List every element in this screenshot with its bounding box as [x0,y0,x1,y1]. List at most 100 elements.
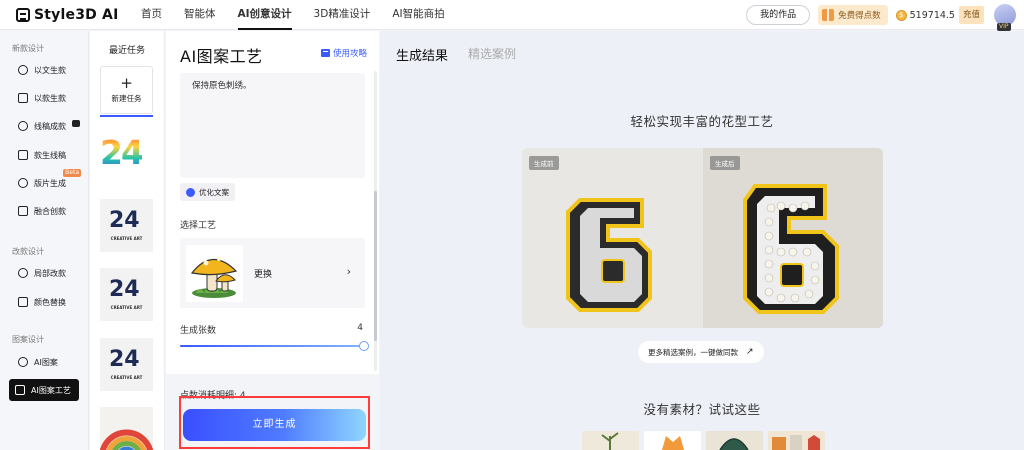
settings-panel: AI图案工艺 使用攻略 保持原色刺绣。 优化文案 选择工艺 更换 › 生成张数 … [166,31,379,450]
chevron-right-icon: › [346,265,351,278]
user-avatar[interactable]: VIP [994,4,1016,31]
sketch-to-design-icon [18,121,28,131]
thumbnail-number: 24 [109,208,140,233]
sidebar-item-0-4[interactable]: 版片生成 Beta [4,169,84,192]
sidebar-item-2-0[interactable]: AI图案 [4,353,84,371]
gift-icon [822,9,835,21]
panel-scrollbar-thumb[interactable] [374,191,377,341]
usage-guide-link[interactable]: 使用攻略 [320,47,367,59]
after-image: 生成后 [703,148,883,328]
fusion-design-icon [18,206,28,216]
recent-task-thumbnail[interactable]: 24 [100,129,153,182]
sidebar-item-1-0[interactable]: 局部改款 [4,264,84,282]
mushroom-embroidery-thumbnail [186,245,243,302]
arrow-up-right-icon: ↗ [746,347,754,357]
thumbnail-number: 24 [109,277,140,302]
sidebar-item-label: 线稿成款 [34,121,66,131]
free-points-button[interactable]: 免费得点数 [818,5,888,25]
recent-task-thumbnail[interactable] [100,407,153,450]
header-actions: 我的作品 免费得点数 $ 519714.5 充值 VIP [746,4,1016,31]
sample-cat-image[interactable] [644,431,701,450]
design-to-sketch-icon [18,150,28,160]
optimize-prompt-button[interactable]: 优化文案 [180,183,235,201]
sidebar-item-2-1[interactable]: AI图案工艺 [9,379,79,401]
generate-button[interactable]: 立即生成 [183,409,366,441]
sidebar-item-label: 版片生成 [34,178,66,188]
change-craft-label: 更换 [254,270,273,280]
sparkle-icon [186,187,195,197]
before-tag: 生成前 [529,156,559,170]
app-logo[interactable]: Style3D AI [16,7,126,23]
text-to-design-icon [18,65,28,75]
thumbnail-caption: CREATIVE ART [110,375,143,380]
sidebar-item-label: 以款生款 [34,93,66,103]
results-area: 生成结果 精选案例 轻松实现丰富的花型工艺 生成前 生成后 更多精选案例，一键做… [380,31,1024,450]
slider-handle[interactable] [359,341,369,351]
craft-selector[interactable]: 更换 › [180,238,365,308]
generation-count-value: 4 [357,323,363,333]
vip-badge: VIP [997,23,1011,31]
style3d-logo-icon [16,7,30,22]
generate-bar: 点数消耗明细: 4 ⌄ 立即生成 [166,374,379,450]
panel-title: AI图案工艺 [180,47,263,66]
sidebar-item-0-2[interactable]: 线稿成款 [4,117,84,135]
tab-1[interactable]: 精选案例 [468,45,516,64]
points-balance-value: 519714.5 [909,9,955,21]
recharge-button[interactable]: 充值 [958,6,984,24]
nav-item-3[interactable]: 3D精准设计 [303,0,382,30]
logo-text: Style3D AI [34,6,119,23]
try-these-title: 没有素材？试试这些 [643,402,761,417]
more-cases-label: 更多精选案例，一键做同款 [648,347,738,357]
sidebar-item-0-5[interactable]: 融合创款 [4,202,84,220]
sidebar-item-0-0[interactable]: 以文生款 [4,61,84,79]
recent-task-thumbnail[interactable]: 24 CREATIVE ART [100,199,153,252]
prompt-textarea[interactable]: 保持原色刺绣。 [180,73,365,178]
generation-count-label: 生成张数 [180,326,217,336]
recent-tasks-title: 最近任务 [108,46,145,56]
optimize-prompt-label: 优化文案 [199,187,229,197]
sidebar-item-0-1[interactable]: 以款生款 [4,89,84,107]
partial-edit-icon [18,268,28,278]
design-to-design-icon [18,93,28,103]
sample-animals-image[interactable] [768,431,825,450]
rainbow-patch-graphic [100,429,153,450]
my-works-button[interactable]: 我的作品 [746,5,811,25]
sidebar-item-label: 局部改款 [34,268,66,278]
thumbnail-caption: CREATIVE ART [110,236,143,241]
new-feature-icon [72,120,80,127]
recent-task-thumbnail[interactable]: 24 CREATIVE ART [100,268,153,321]
usage-guide-label: 使用攻略 [332,49,367,59]
recent-tasks-column: 最近任务 + 新建任务 24 24 CREATIVE ART 24 CREATIVE A… [90,31,165,450]
sidebar-section-title: 图案设计 [12,335,44,344]
sidebar-item-0-3[interactable]: 款生线稿 [4,146,84,164]
nav-item-1[interactable]: 智能体 [173,0,227,30]
before-after-comparison: 生成前 生成后 [522,148,883,328]
nav-item-2[interactable]: AI创意设计 [227,0,303,30]
ai-pattern-icon [18,357,28,367]
sidebar-section-title: 新款设计 [12,44,44,53]
hero-title: 轻松实现丰富的花型工艺 [630,114,774,129]
sidebar-section-title: 改款设计 [12,247,44,256]
recent-task-thumbnail[interactable]: 24 CREATIVE ART [100,338,153,391]
sidebar-item-label: AI图案 [34,357,58,367]
sidebar-item-label: 以文生款 [34,65,66,75]
sample-badge-image[interactable] [706,431,763,450]
new-task-active-indicator [100,115,153,117]
prompt-text: 保持原色刺绣。 [192,81,252,91]
tab-0[interactable]: 生成结果 [396,45,448,64]
sidebar-item-label: AI图案工艺 [31,385,71,395]
thumbnail-caption: CREATIVE ART [110,305,143,310]
pattern-piece-icon [18,178,28,188]
beta-badge: Beta [63,169,81,177]
points-balance: $ 519714.5 [895,9,955,21]
result-tabs: 生成结果 精选案例 [396,45,536,64]
sample-plant-image[interactable] [582,431,639,450]
sidebar-item-label: 融合创款 [34,206,66,216]
new-task-button[interactable]: + 新建任务 [100,66,153,114]
sidebar-item-1-1[interactable]: 颜色替换 [4,293,84,311]
generation-count-slider[interactable] [180,345,364,347]
before-image: 生成前 [522,148,702,328]
nav-item-0[interactable]: 首页 [130,0,173,30]
more-cases-button[interactable]: 更多精选案例，一键做同款 ↗ [638,341,764,363]
nav-item-4[interactable]: AI智能商拍 [381,0,455,30]
